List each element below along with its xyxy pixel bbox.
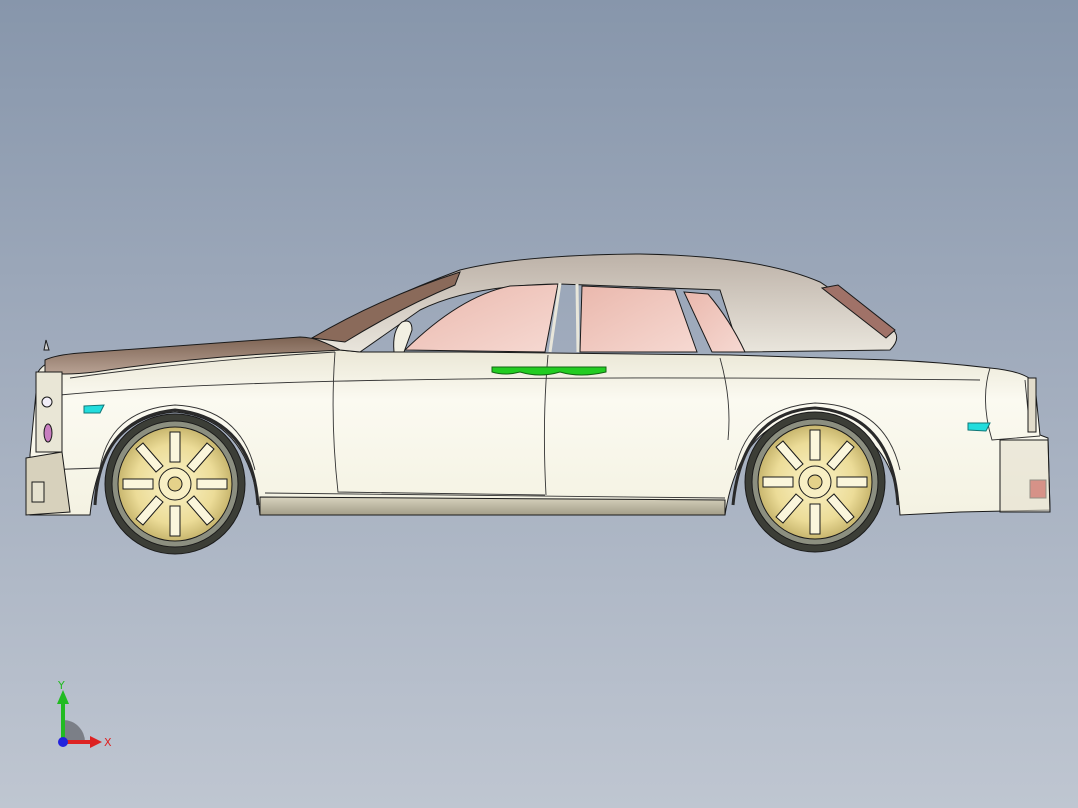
car-model[interactable] [0, 0, 1078, 808]
rear-side-marker [967, 422, 991, 432]
x-axis-label: X [104, 736, 112, 749]
front-wheel [104, 413, 246, 555]
rear-side-window [579, 285, 698, 353]
front-side-marker [83, 404, 105, 414]
view-triad[interactable]: Y X [40, 680, 130, 760]
y-axis-arrow [57, 690, 69, 704]
rear-wheel [744, 411, 886, 553]
graphics-viewport[interactable]: Y X [0, 0, 1078, 808]
y-axis-label: Y [57, 680, 65, 692]
side-sill [259, 496, 726, 516]
door-handle-trim [491, 366, 607, 376]
z-axis-origin [58, 737, 68, 747]
x-axis-arrow [90, 736, 102, 748]
